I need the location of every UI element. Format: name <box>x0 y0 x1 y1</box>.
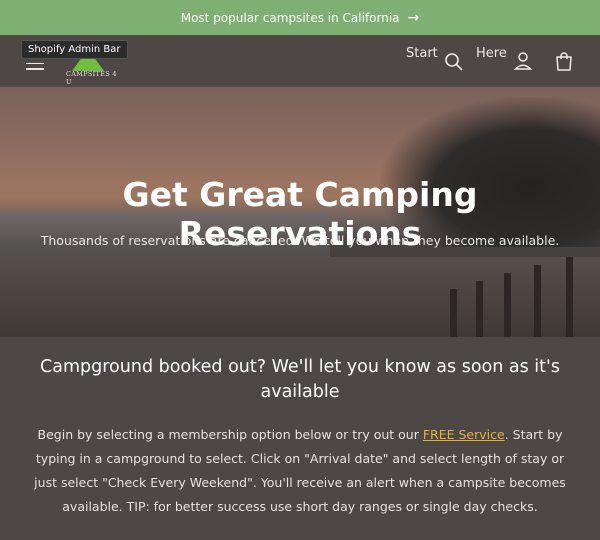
logo-text: CAMPSITES 4 U <box>66 70 117 86</box>
arrow-right-icon: → <box>407 9 420 26</box>
shopify-admin-bar[interactable]: Shopify Admin Bar <box>21 40 128 59</box>
intro-heading: Campground booked out? We'll let you kno… <box>40 357 560 402</box>
site-header: CAMPSITES 4 U Shopify Admin Bar Start He… <box>0 35 600 87</box>
hero-subtitle: Thousands of reservations are cancelled.… <box>40 233 560 248</box>
announcement-text[interactable]: Most popular campsites in California <box>181 11 400 25</box>
hero-fence <box>430 247 600 337</box>
announcement-bar[interactable]: Most popular campsites in California → <box>0 0 600 35</box>
account-icon[interactable] <box>513 51 533 75</box>
hero-banner: Get Great Camping Reservations Thousands… <box>0 87 600 337</box>
here-link[interactable]: Here <box>476 46 507 61</box>
intro-section: Campground booked out? We'll let you kno… <box>0 337 600 519</box>
start-link[interactable]: Start <box>406 46 438 61</box>
intro-text-before: Begin by selecting a membership option b… <box>37 427 423 442</box>
cart-icon[interactable] <box>553 51 575 77</box>
search-icon[interactable] <box>444 52 464 76</box>
free-service-link[interactable]: FREE Service <box>423 427 505 442</box>
intro-paragraph: Begin by selecting a membership option b… <box>30 423 570 519</box>
